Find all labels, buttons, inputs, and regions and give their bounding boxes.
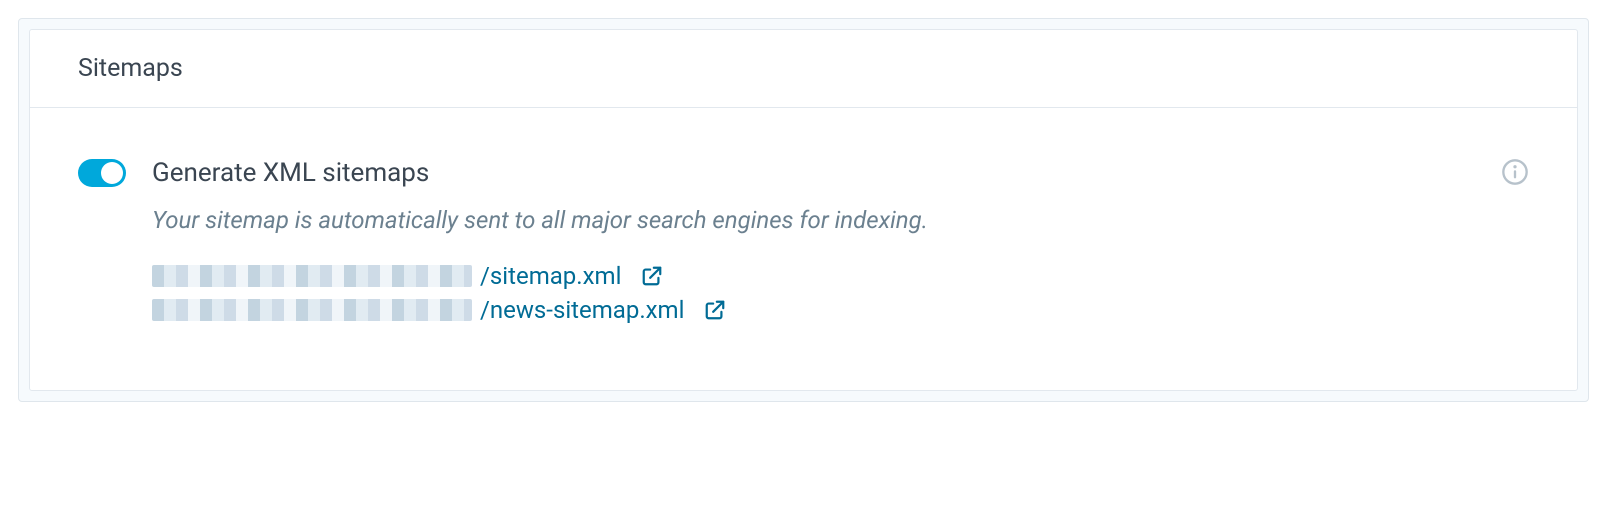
redacted-domain [152,299,472,321]
card-header: Sitemaps [30,30,1577,108]
setting-row: Generate XML sitemaps [78,158,1529,188]
info-button[interactable] [1501,158,1529,186]
setting-description: Your sitemap is automatically sent to al… [152,206,1529,234]
news-sitemap-link[interactable]: /news-sitemap.xml [480,296,684,324]
external-link-icon [641,265,663,287]
sitemaps-card: Sitemaps Generate XML sitemaps Your site… [29,29,1578,391]
info-icon [1501,158,1529,186]
redacted-domain [152,265,472,287]
card-body: Generate XML sitemaps Your sitemap is au… [30,108,1577,390]
card-title: Sitemaps [78,54,183,83]
external-link-icon [704,299,726,321]
generate-sitemaps-toggle[interactable] [78,159,126,187]
setting-label: Generate XML sitemaps [152,158,429,188]
settings-panel: Sitemaps Generate XML sitemaps Your site… [18,18,1589,402]
sitemap-links: /sitemap.xml /news-sitemap.xml [152,262,1529,324]
sitemap-link[interactable]: /sitemap.xml [480,262,621,290]
open-sitemap-external[interactable] [641,265,663,287]
open-news-sitemap-external[interactable] [704,299,726,321]
toggle-knob [101,162,123,184]
sitemap-link-row: /news-sitemap.xml [152,296,1529,324]
sitemap-link-row: /sitemap.xml [152,262,1529,290]
